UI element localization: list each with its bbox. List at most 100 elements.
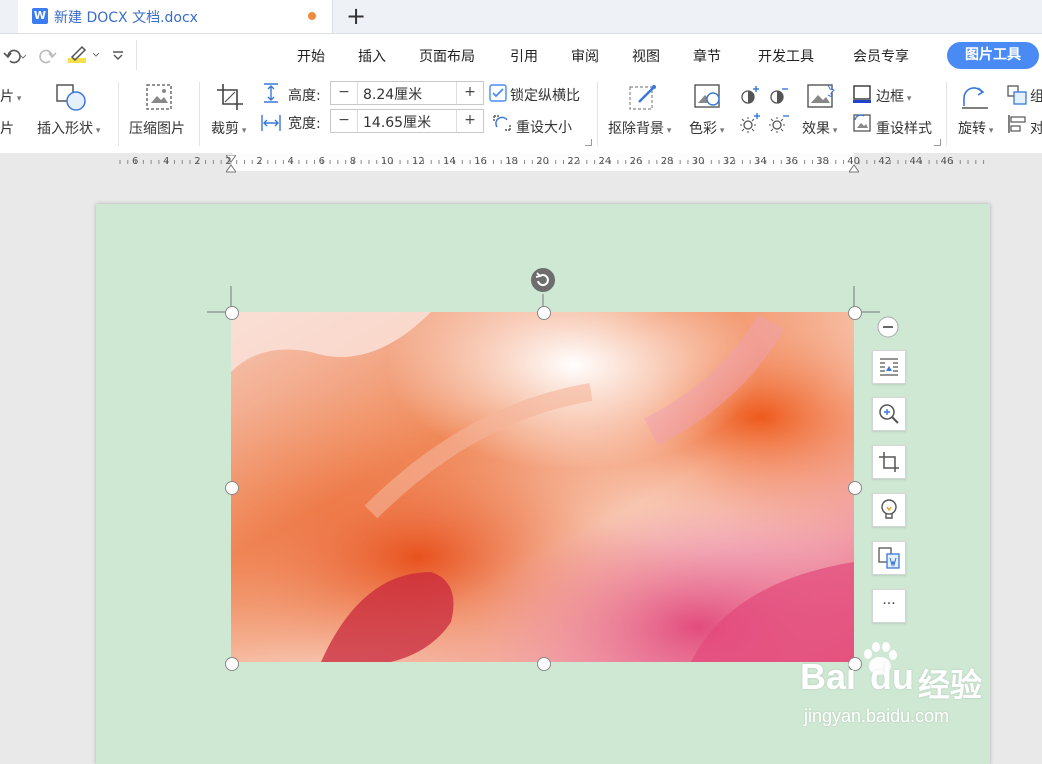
crop-float-button[interactable] — [872, 445, 906, 479]
height-increase-button[interactable]: + — [456, 82, 483, 104]
style-dialog-launcher-icon[interactable] — [934, 139, 941, 146]
ribbon-partial-label-bottom[interactable]: 片 — [0, 118, 14, 138]
insert-shape-icon[interactable] — [55, 82, 89, 112]
ruler-label: 44 — [909, 156, 923, 167]
compress-picture-button[interactable]: 压缩图片 — [129, 118, 185, 138]
border-button[interactable]: 边框 ▾ — [876, 86, 911, 106]
new-tab-button[interactable]: + — [346, 2, 366, 30]
reset-style-icon[interactable] — [852, 113, 872, 133]
resize-handle-top-left[interactable] — [225, 306, 239, 320]
width-decrease-button[interactable]: − — [331, 110, 358, 132]
ruler-label: 30 — [691, 156, 705, 167]
reset-size-button[interactable]: 重设大小 — [516, 117, 572, 137]
lightbulb-icon — [881, 499, 897, 519]
undo-icon[interactable] — [2, 46, 26, 66]
group-button[interactable]: 组 — [1030, 86, 1042, 106]
crop-button[interactable]: 裁剪 ▾ — [211, 118, 246, 138]
group-icon[interactable] — [1006, 84, 1028, 106]
height-icon — [264, 83, 278, 103]
insert-shape-button[interactable]: 插入形状 ▾ — [37, 118, 100, 138]
decrease-contrast-icon[interactable] — [768, 84, 790, 106]
width-icon — [261, 115, 281, 131]
resize-handle-left[interactable] — [225, 481, 239, 495]
height-label: 高度: — [288, 88, 321, 104]
border-icon[interactable] — [852, 84, 872, 104]
menu-review[interactable]: 审阅 — [571, 46, 599, 66]
effects-icon[interactable] — [806, 82, 836, 112]
resize-handle-top[interactable] — [537, 306, 551, 320]
lock-ratio-label[interactable]: 锁定纵横比 — [510, 85, 580, 105]
zoom-in-icon — [879, 404, 899, 424]
compress-picture-icon[interactable] — [144, 82, 174, 112]
menu-references[interactable]: 引用 — [510, 46, 538, 66]
watermark-brand-2: du — [870, 656, 914, 697]
picture-to-text-button[interactable] — [872, 541, 906, 575]
selected-picture[interactable] — [231, 312, 854, 662]
rotate-button[interactable]: 旋转 ▾ — [958, 118, 993, 138]
more-options-button[interactable]: ··· — [872, 589, 906, 623]
height-stepper[interactable]: − 8.24厘米 + — [330, 81, 484, 105]
redo-icon[interactable] — [38, 46, 58, 66]
resize-handle-bottom-left[interactable] — [225, 657, 239, 671]
picture-to-text-icon — [878, 547, 900, 569]
remove-background-button[interactable]: 抠除背景 ▾ — [608, 118, 671, 138]
decrease-brightness-icon[interactable] — [768, 112, 790, 134]
menu-member[interactable]: 会员专享 — [853, 46, 909, 66]
ruler-label: 10 — [380, 156, 394, 167]
menu-page-layout[interactable]: 页面布局 — [419, 46, 475, 66]
smart-tips-button[interactable] — [872, 493, 906, 527]
ruler-label: 36 — [785, 156, 798, 167]
color-icon[interactable] — [693, 82, 723, 112]
width-increase-button[interactable]: + — [456, 110, 483, 132]
tab-bar: W 新建 DOCX 文档.docx + — [0, 0, 1042, 34]
lock-ratio-checkbox-icon[interactable] — [489, 84, 507, 102]
zoom-picture-button[interactable] — [872, 397, 906, 431]
divider — [136, 40, 137, 70]
color-button[interactable]: 色彩 ▾ — [689, 118, 724, 138]
layout-options-button[interactable] — [872, 350, 906, 384]
reset-style-button[interactable]: 重设样式 — [876, 118, 932, 138]
menu-section[interactable]: 章节 — [693, 46, 721, 66]
crop-icon[interactable] — [215, 82, 247, 112]
menu-home[interactable]: 开始 — [297, 46, 325, 66]
resize-handle-right[interactable] — [848, 481, 862, 495]
ruler-label: 20 — [536, 156, 550, 167]
resize-handle-top-right[interactable] — [848, 306, 862, 320]
remove-background-icon[interactable] — [627, 82, 659, 112]
reset-size-icon[interactable] — [491, 113, 513, 133]
abstract-paint-image — [231, 312, 854, 662]
quick-access-dropdown-icon[interactable] — [110, 48, 126, 62]
tab-picture-tools[interactable]: 图片工具 — [947, 42, 1039, 69]
ribbon-partial-label-top[interactable]: 片 ▾ — [0, 86, 21, 106]
menu-view[interactable]: 视图 — [632, 46, 660, 66]
menu-developer-tools[interactable]: 开发工具 — [758, 46, 814, 66]
rotate-handle-icon[interactable] — [530, 267, 556, 293]
width-input[interactable]: 14.65厘米 — [363, 112, 431, 132]
ruler-label: 26 — [629, 156, 643, 167]
ruler-label: 14 — [443, 156, 456, 167]
ruler-label: 22 — [567, 156, 581, 167]
watermark-brand: Bai — [800, 656, 857, 697]
increase-brightness-icon[interactable] — [739, 112, 761, 134]
format-painter-icon[interactable] — [66, 42, 102, 68]
horizontal-ruler[interactable]: 6 4 2 2 2 4 6 8 10 12 14 16 18 20 22 24 26 28 30 32 34 36 38 40… — [0, 153, 1042, 173]
align-button[interactable]: 对 — [1030, 118, 1042, 138]
crop-icon — [879, 452, 899, 472]
effects-button[interactable]: 效果 ▾ — [802, 118, 837, 138]
divider — [597, 82, 598, 146]
height-decrease-button[interactable]: − — [331, 82, 358, 104]
size-dialog-launcher-icon[interactable] — [585, 139, 592, 146]
resize-handle-bottom[interactable] — [537, 657, 551, 671]
wps-writer-icon: W — [32, 8, 48, 24]
ruler-label: 6 — [318, 156, 325, 167]
rotate-icon[interactable] — [960, 82, 992, 112]
width-stepper[interactable]: − 14.65厘米 + — [330, 109, 484, 133]
height-input[interactable]: 8.24厘米 — [363, 84, 422, 104]
document-tab-title: 新建 DOCX 文档.docx — [54, 10, 198, 26]
menu-insert[interactable]: 插入 — [358, 46, 386, 66]
ruler-label: 12 — [411, 156, 425, 167]
align-icon[interactable] — [1006, 113, 1028, 135]
collapse-toolbar-icon[interactable] — [877, 316, 899, 338]
document-tab[interactable]: W 新建 DOCX 文档.docx — [18, 0, 333, 33]
increase-contrast-icon[interactable] — [739, 84, 761, 106]
